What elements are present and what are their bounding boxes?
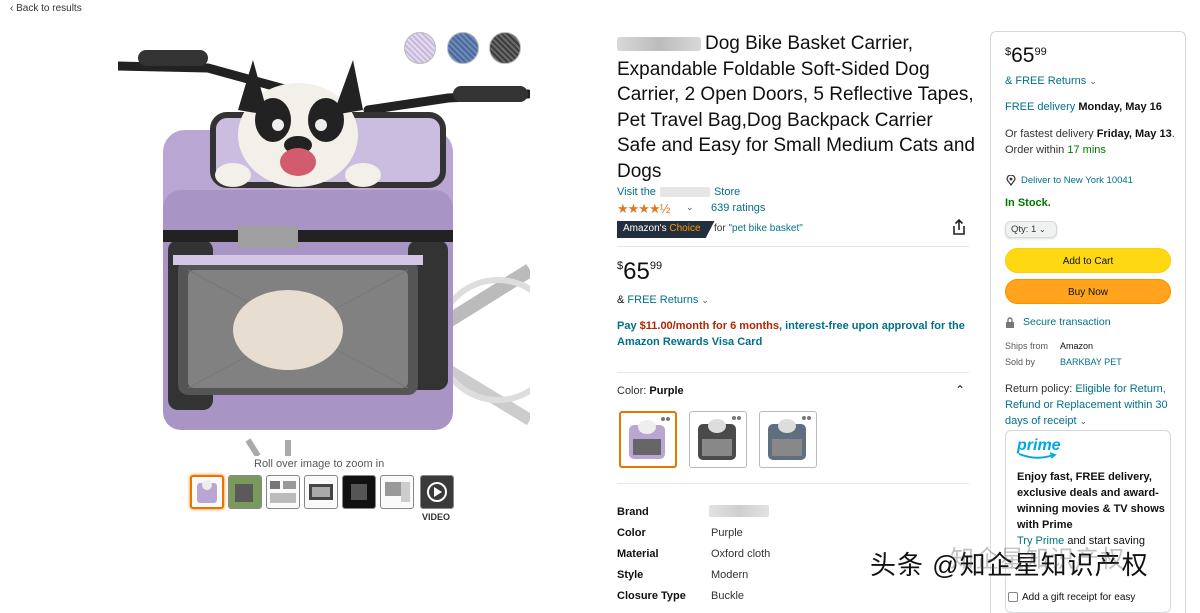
- spec-key-color: Color: [617, 527, 646, 539]
- thumbnail-5[interactable]: [342, 475, 376, 509]
- thumbnail-3[interactable]: [266, 475, 300, 509]
- chevron-down-icon: ⌄: [1089, 76, 1097, 86]
- chevron-down-icon: ⌄: [701, 295, 709, 305]
- spec-value-material: Oxford cloth: [711, 548, 771, 560]
- ratings-count-link[interactable]: 639 ratings: [711, 202, 765, 214]
- deliver-to-link[interactable]: Deliver to New York 10041: [1006, 174, 1133, 186]
- watermark: 知企星知识产权 头条 @知企星知识产权: [870, 546, 1149, 580]
- color-option-black[interactable]: [689, 411, 747, 468]
- spec-key-brand: Brand: [617, 506, 649, 518]
- product-title: Dog Bike Basket Carrier, Expandable Fold…: [617, 33, 976, 182]
- secure-transaction-link[interactable]: Secure transaction: [1005, 316, 1111, 328]
- chevron-down-icon: ⌄: [1079, 416, 1088, 426]
- ships-from-label: Ships from: [1005, 341, 1049, 351]
- stock-status: In Stock.: [1005, 197, 1051, 209]
- buybox-free-returns-link[interactable]: & FREE Returns ⌄: [1005, 75, 1097, 87]
- video-label: VIDEO: [422, 512, 451, 522]
- divider: [617, 246, 969, 247]
- rewards-card-offer[interactable]: Pay $11.00/month for 6 months, interest-…: [617, 318, 967, 350]
- redacted-brand-value: [709, 505, 769, 517]
- choice-keyword[interactable]: for "pet bike basket": [714, 223, 803, 234]
- back-to-results-link[interactable]: ‹ Back to results: [10, 3, 82, 14]
- visit-store-link[interactable]: Visit the Store: [617, 186, 740, 198]
- spec-key-material: Material: [617, 548, 659, 560]
- return-policy[interactable]: Return policy: Eligible for Return, Refu…: [1005, 381, 1177, 429]
- color-label: Color: Purple: [617, 385, 684, 397]
- amazons-choice-badge: Amazon's Choice: [617, 221, 715, 238]
- chevron-up-icon[interactable]: ⌃: [955, 383, 965, 397]
- prime-logo: prime: [1017, 437, 1061, 460]
- thumbnail-6[interactable]: [380, 475, 414, 509]
- chevron-down-icon: ⌄: [1038, 225, 1046, 234]
- quantity-select[interactable]: Qty: 1 ⌄: [1005, 221, 1057, 238]
- spec-value-closure: Buckle: [711, 590, 745, 602]
- share-icon[interactable]: [950, 218, 968, 236]
- thumbnail-video[interactable]: [420, 475, 454, 509]
- spec-value-color: Purple: [711, 527, 743, 539]
- divider: [617, 372, 969, 373]
- ships-from-value: Amazon: [1060, 341, 1094, 351]
- star-rating[interactable]: ★★★★½: [617, 201, 670, 217]
- spec-value-style: Modern: [711, 569, 749, 581]
- prime-benefits-text: Enjoy fast, FREE delivery, exclusive dea…: [1017, 471, 1165, 531]
- fastest-delivery: Or fastest delivery Friday, May 13. Orde…: [1005, 128, 1175, 156]
- color-option-blue-gray[interactable]: [759, 411, 817, 468]
- sold-by-label: Sold by: [1005, 357, 1036, 367]
- divider: [617, 483, 969, 484]
- lock-icon: [1006, 317, 1014, 328]
- chevron-down-icon[interactable]: ⌄: [686, 202, 694, 213]
- buy-now-button[interactable]: Buy Now: [1005, 279, 1171, 304]
- thumbnail-2[interactable]: [228, 475, 262, 509]
- spec-key-style: Style: [617, 569, 644, 581]
- sold-by-link[interactable]: BARKBAY PET: [1060, 357, 1122, 367]
- gift-receipt-checkbox[interactable]: Add a gift receipt for easy: [1008, 592, 1135, 603]
- buybox-price: $6599: [1005, 44, 1047, 67]
- spec-key-closure: Closure Type: [617, 590, 686, 602]
- location-pin-icon: [1006, 174, 1016, 186]
- product-price: $6599: [617, 258, 663, 285]
- delivery-date[interactable]: FREE delivery Monday, May 16: [1005, 101, 1162, 113]
- thumbnail-4[interactable]: [304, 475, 338, 509]
- thumbnail-1[interactable]: [190, 475, 224, 509]
- color-option-purple[interactable]: [619, 411, 677, 468]
- free-returns-link[interactable]: & FREE Returns ⌄: [617, 294, 709, 306]
- product-main-image[interactable]: [118, 40, 530, 456]
- zoom-hint: Roll over image to zoom in: [254, 458, 385, 470]
- redacted-brand: [617, 36, 701, 51]
- add-to-cart-button[interactable]: Add to Cart: [1005, 248, 1171, 273]
